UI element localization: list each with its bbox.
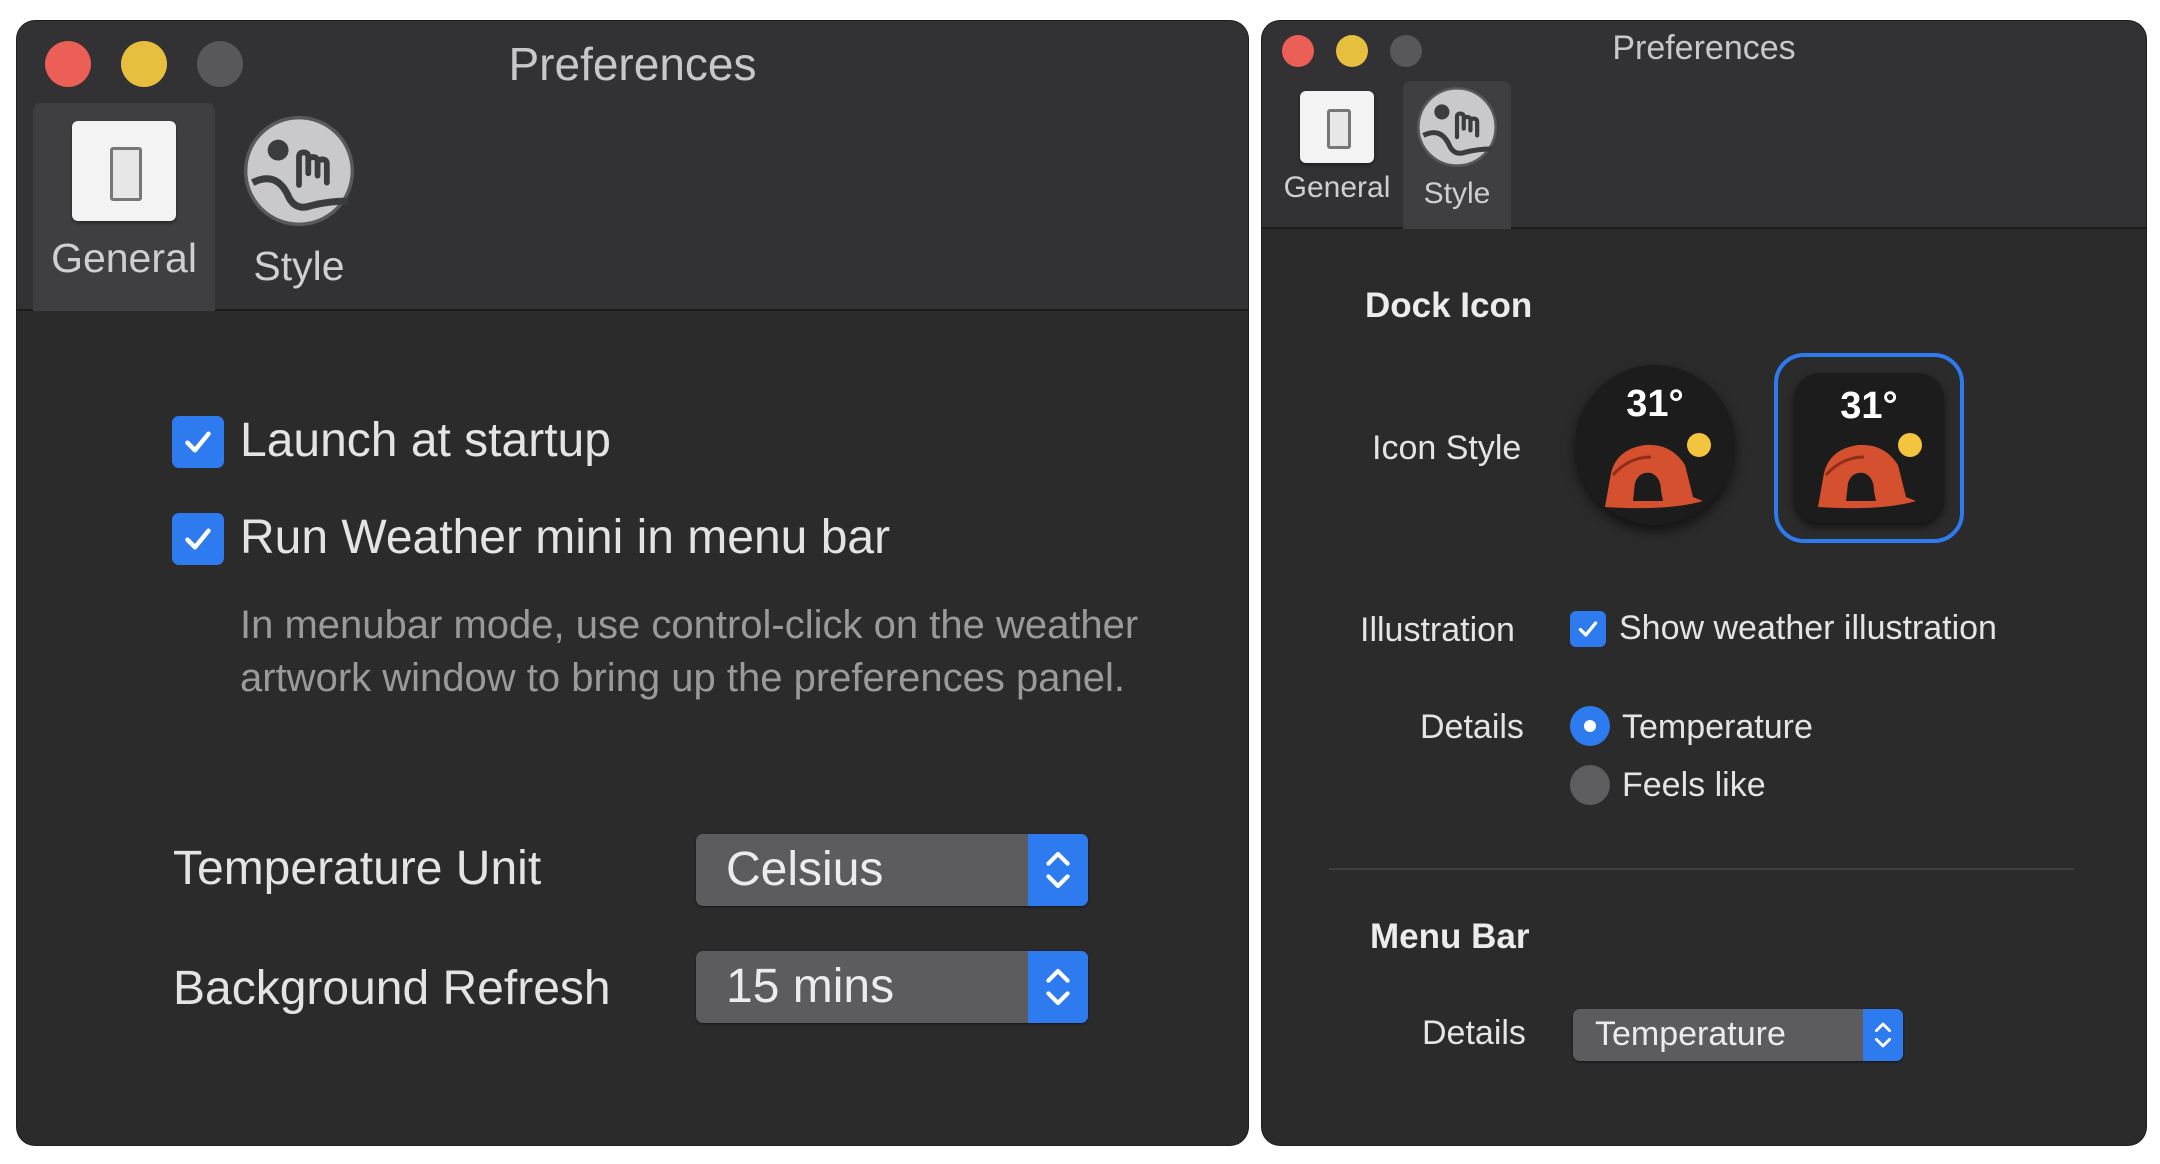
arch-illustration-icon	[1605, 444, 1703, 509]
preferences-window-general: Preferences General Style Launch at star…	[17, 21, 1248, 1145]
tab-general[interactable]: General	[1276, 81, 1398, 229]
temperature-radio[interactable]	[1570, 706, 1610, 746]
menu-bar-details-label: Details	[1422, 1014, 1526, 1052]
weather-style-icon	[243, 115, 355, 227]
dock-icon-option-round[interactable]: 31°	[1575, 365, 1735, 525]
tab-general-label: General	[51, 235, 197, 281]
tab-style[interactable]: Style	[1403, 81, 1511, 229]
window-title: Preferences	[1612, 29, 1796, 67]
dock-details-label: Details	[1420, 708, 1524, 746]
run-in-menu-bar-checkbox[interactable]	[172, 513, 224, 565]
chevron-updown-icon	[1028, 834, 1088, 906]
tab-general[interactable]: General	[33, 103, 215, 311]
background-refresh-select[interactable]: 15 mins	[696, 951, 1088, 1023]
section-divider	[1329, 868, 2074, 870]
checkmark-icon	[185, 431, 211, 453]
switch-icon	[1300, 91, 1374, 163]
window-title: Preferences	[508, 38, 757, 90]
switch-icon	[72, 121, 176, 221]
tab-style-label: Style	[253, 243, 345, 289]
chevron-updown-icon	[1028, 951, 1088, 1023]
illustration-label: Illustration	[1360, 611, 1515, 649]
icon-style-label: Icon Style	[1372, 429, 1522, 467]
dock-icon-square-tile: 31°	[1794, 373, 1944, 523]
arch-illustration-icon	[1818, 444, 1916, 509]
background-refresh-value: 15 mins	[726, 960, 895, 1013]
checkmark-icon	[185, 528, 211, 550]
show-weather-illustration-checkbox[interactable]	[1570, 611, 1606, 647]
weather-style-icon	[1417, 87, 1497, 167]
temperature-unit-value: Celsius	[726, 843, 884, 896]
menu-bar-details-select[interactable]: Temperature	[1573, 1009, 1903, 1061]
menu-bar-details-value: Temperature	[1595, 1015, 1786, 1053]
run-in-menu-bar-label[interactable]: Run Weather mini in menu bar	[240, 510, 890, 565]
menubar-mode-note: In menubar mode, use control-click on th…	[240, 603, 1139, 700]
temperature-radio-label[interactable]: Temperature	[1622, 708, 1813, 747]
launch-at-startup-checkbox[interactable]	[172, 416, 224, 468]
checkmark-icon	[1578, 621, 1598, 637]
window-toolbar: Preferences General Style	[17, 21, 1248, 311]
menu-bar-section-title: Menu Bar	[1370, 917, 1530, 956]
chevron-updown-icon	[1863, 1009, 1903, 1061]
preferences-window-style: Preferences General Style Dock Icon Icon…	[1262, 21, 2146, 1145]
show-weather-illustration-label[interactable]: Show weather illustration	[1619, 609, 1997, 648]
temperature-unit-select[interactable]: Celsius	[696, 834, 1088, 906]
feels-like-radio[interactable]	[1570, 765, 1610, 805]
dock-icon-temp: 31°	[1840, 385, 1898, 427]
background-refresh-label: Background Refresh	[173, 962, 611, 1015]
tab-general-label: General	[1283, 171, 1391, 204]
dock-icon-section-title: Dock Icon	[1365, 286, 1533, 325]
tab-style[interactable]: Style	[225, 103, 373, 311]
dock-icon-temp: 31°	[1626, 383, 1684, 425]
feels-like-radio-label[interactable]: Feels like	[1622, 766, 1766, 805]
dock-icon-option-square[interactable]: 31°	[1774, 353, 1964, 543]
tab-style-label: Style	[1423, 177, 1491, 210]
launch-at-startup-label[interactable]: Launch at startup	[240, 413, 611, 468]
temperature-unit-label: Temperature Unit	[173, 842, 542, 895]
window-toolbar: Preferences General Style	[1262, 21, 2146, 229]
